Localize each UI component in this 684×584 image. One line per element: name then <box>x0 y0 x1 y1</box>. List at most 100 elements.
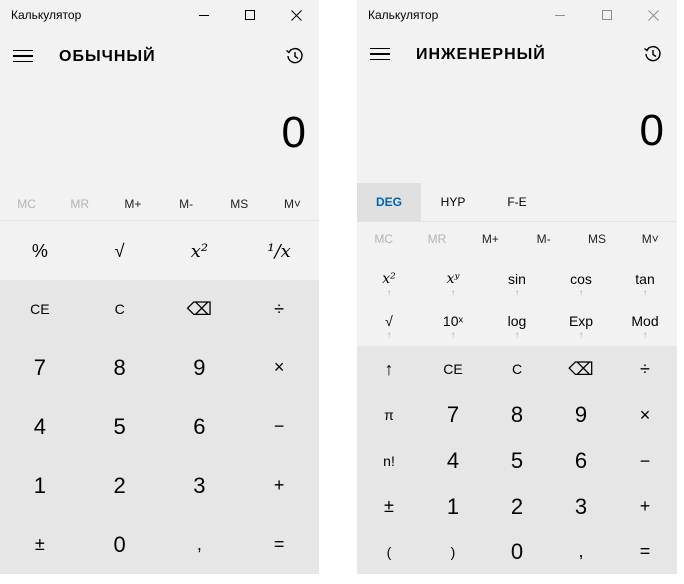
memory-list-button[interactable]: M˅ <box>266 187 319 220</box>
memory-store-button[interactable]: MS <box>570 222 623 256</box>
digit-9-button[interactable]: 9 <box>160 338 240 397</box>
decimal-button[interactable]: , <box>160 515 240 574</box>
plus-button[interactable]: + <box>239 456 319 515</box>
menu-button[interactable] <box>10 44 36 68</box>
percent-button[interactable]: % <box>0 222 80 280</box>
history-icon[interactable] <box>643 44 663 64</box>
pi-button[interactable]: π <box>357 392 421 438</box>
digit-2-label: 2 <box>113 472 126 498</box>
memory-add-button[interactable]: M+ <box>106 187 159 220</box>
memory-clear-button[interactable]: MC <box>357 222 410 256</box>
log-button[interactable]: log ↑ <box>485 306 549 346</box>
digit-2-button[interactable]: 2 <box>80 456 160 515</box>
digit-0-button[interactable]: 0 <box>80 515 160 574</box>
divide-button[interactable]: ÷ <box>239 280 319 338</box>
digit-4-button[interactable]: 4 <box>421 438 485 484</box>
negate-button[interactable]: ± <box>0 515 80 574</box>
memory-subtract-button[interactable]: M- <box>517 222 570 256</box>
history-icon[interactable] <box>285 46 305 66</box>
digit-7-button[interactable]: 7 <box>0 338 80 397</box>
digit-9-button[interactable]: 9 <box>549 392 613 438</box>
digit-8-button[interactable]: 8 <box>80 338 160 397</box>
plus-label: + <box>639 496 651 516</box>
multiply-button[interactable]: × <box>239 338 319 397</box>
keypad: CE C ⌫ ÷ 7 8 9 × 4 5 6 − 1 2 3 + ±0, = <box>0 280 319 574</box>
digit-4-button[interactable]: 4 <box>0 397 80 456</box>
memory-store-button[interactable]: MS <box>213 187 266 220</box>
clear-button[interactable]: C <box>80 280 160 338</box>
shift-button[interactable]: ↑ <box>357 346 421 392</box>
scientific-row-1: x² ↑ xʸ ↑ sin ↑ cos ↑ tan ↑ <box>357 262 677 306</box>
sin-button[interactable]: sin ↑ <box>485 262 549 306</box>
power-button[interactable]: xʸ ↑ <box>421 262 485 306</box>
clear-entry-label: CE <box>30 301 50 317</box>
digit-6-button[interactable]: 6 <box>549 438 613 484</box>
clear-entry-button[interactable]: CE <box>421 346 485 392</box>
digit-2-button[interactable]: 2 <box>485 484 549 529</box>
memory-add-button[interactable]: M+ <box>464 222 517 256</box>
open-paren-button[interactable]: ( <box>357 529 421 574</box>
close-button[interactable] <box>273 0 319 30</box>
maximize-button[interactable] <box>227 0 273 30</box>
deg-button[interactable]: DEG <box>357 183 421 221</box>
digit-6-button[interactable]: 6 <box>160 397 240 456</box>
reciprocal-button[interactable]: ¹/x <box>239 222 319 280</box>
sqrt-button[interactable]: √ <box>80 222 160 280</box>
close-paren-button[interactable]: ) <box>421 529 485 574</box>
minus-button[interactable]: − <box>239 397 319 456</box>
backspace-label: ⌫ <box>186 298 213 319</box>
square-button[interactable]: x² <box>160 222 240 280</box>
divide-button[interactable]: ÷ <box>613 346 677 392</box>
digit-7-button[interactable]: 7 <box>421 392 485 438</box>
digit-1-button[interactable]: 1 <box>421 484 485 529</box>
cos-button[interactable]: cos ↑ <box>549 262 613 306</box>
digit-5-button[interactable]: 5 <box>485 438 549 484</box>
display-value: 0 <box>281 108 306 157</box>
memory-recall-button[interactable]: MR <box>410 222 463 256</box>
memory-subtract-button[interactable]: M- <box>160 187 213 220</box>
hyp-button[interactable]: HYP <box>421 183 485 221</box>
memory-recall-button[interactable]: MR <box>53 187 106 220</box>
equals-button[interactable]: = <box>613 529 677 574</box>
minus-button[interactable]: − <box>613 438 677 484</box>
memory-list-button[interactable]: M˅ <box>624 222 677 256</box>
multiply-button[interactable]: × <box>613 392 677 438</box>
negate-button[interactable]: ± <box>357 484 421 529</box>
clear-button[interactable]: C <box>485 346 549 392</box>
digit-0-button[interactable]: 0 <box>485 529 549 574</box>
menu-button[interactable] <box>367 42 393 66</box>
close-button[interactable] <box>630 0 677 30</box>
factorial-button[interactable]: n! <box>357 438 421 484</box>
window-controls <box>181 0 319 30</box>
tan-button[interactable]: tan ↑ <box>613 262 677 306</box>
plus-button[interactable]: + <box>613 484 677 529</box>
maximize-button[interactable] <box>583 0 630 30</box>
memory-clear-button[interactable]: MC <box>0 187 53 220</box>
fe-button[interactable]: F-E <box>485 183 549 221</box>
equals-button[interactable]: = <box>239 515 319 574</box>
digit-7-label: 7 <box>33 354 46 380</box>
backspace-button[interactable]: ⌫ <box>160 280 240 338</box>
mod-label: Mod <box>631 313 659 329</box>
digit-8-button[interactable]: 8 <box>485 392 549 438</box>
backspace-button[interactable]: ⌫ <box>549 346 613 392</box>
digit-1-button[interactable]: 1 <box>0 456 80 515</box>
minimize-icon <box>554 15 565 16</box>
equals-label: = <box>639 541 651 561</box>
minimize-button[interactable] <box>536 0 583 30</box>
sqrt-button[interactable]: √ ↑ <box>357 306 421 346</box>
digit-5-button[interactable]: 5 <box>80 397 160 456</box>
square-button[interactable]: x² ↑ <box>357 262 421 306</box>
mod-button[interactable]: Mod ↑ <box>613 306 677 346</box>
decimal-button[interactable]: , <box>549 529 613 574</box>
negate-label: ± <box>34 534 45 554</box>
open-paren-label: ( <box>386 543 392 560</box>
exp-button[interactable]: Exp ↑ <box>549 306 613 346</box>
ten-power-button[interactable]: 10ˣ ↑ <box>421 306 485 346</box>
digit-3-button[interactable]: 3 <box>549 484 613 529</box>
clear-entry-button[interactable]: CE <box>0 280 80 338</box>
digit-3-button[interactable]: 3 <box>160 456 240 515</box>
clear-entry-label: CE <box>443 361 463 377</box>
minimize-button[interactable] <box>181 0 227 30</box>
clear-label: C <box>511 361 523 377</box>
